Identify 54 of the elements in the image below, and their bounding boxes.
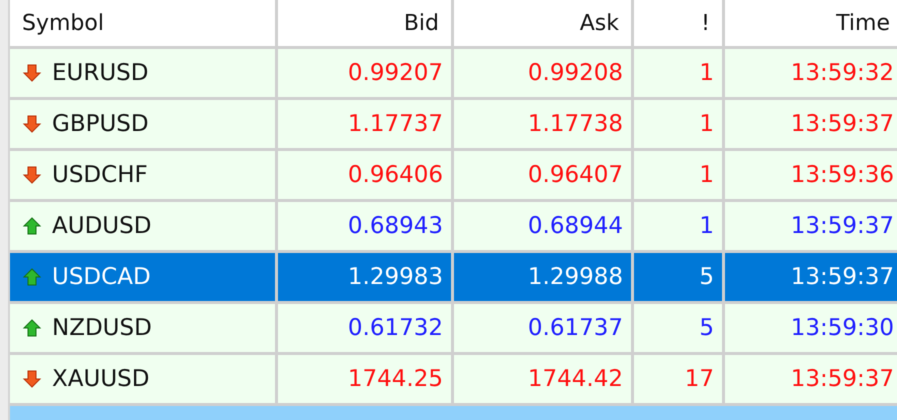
down-arrow-icon	[22, 165, 42, 185]
up-arrow-icon	[22, 318, 42, 338]
symbol-cell[interactable]: XAUUSD	[10, 355, 275, 403]
spread-cell: 17	[634, 355, 722, 403]
spread-cell: 1	[634, 202, 722, 250]
down-arrow-icon	[22, 63, 42, 83]
bid-cell: 0.68943	[278, 202, 451, 250]
symbol-cell[interactable]: USDCHF	[10, 151, 275, 199]
time-cell: 13:59:37	[725, 202, 897, 250]
bid-cell: 0.96406	[278, 151, 451, 199]
ask-cell: 0.99208	[454, 49, 631, 97]
time-cell: 13:59:37	[725, 253, 897, 301]
ask-cell: 1.17738	[454, 100, 631, 148]
up-arrow-icon	[22, 267, 42, 287]
symbol-cell[interactable]: NZDUSD	[10, 304, 275, 352]
symbol-name: USDCAD	[52, 264, 151, 290]
time-cell: 13:59:37	[725, 100, 897, 148]
ask-cell: 0.68944	[454, 202, 631, 250]
symbol-name: NZDUSD	[52, 315, 152, 341]
ask-cell: 0.61737	[454, 304, 631, 352]
spread-cell: 5	[634, 253, 722, 301]
spread-cell: 5	[634, 304, 722, 352]
bid-cell: 1744.25	[278, 355, 451, 403]
spread-cell: 1	[634, 100, 722, 148]
symbol-cell[interactable]: GBPUSD	[10, 100, 275, 148]
column-header[interactable]: Symbol	[10, 0, 275, 46]
ask-cell: 1744.42	[454, 355, 631, 403]
down-arrow-icon	[22, 369, 42, 389]
ask-cell: 1.29988	[454, 253, 631, 301]
symbol-cell[interactable]: EURUSD	[10, 49, 275, 97]
ask-cell: 0.96407	[454, 151, 631, 199]
time-cell: 13:59:30	[725, 304, 897, 352]
time-cell: 13:59:32	[725, 49, 897, 97]
spread-cell: 1	[634, 49, 722, 97]
bid-cell: 0.99207	[278, 49, 451, 97]
symbol-name: AUDUSD	[52, 213, 152, 239]
column-header[interactable]: Time	[725, 0, 897, 46]
bid-cell: 0.61732	[278, 304, 451, 352]
symbol-cell[interactable]: AUDUSD	[10, 202, 275, 250]
up-arrow-icon	[22, 216, 42, 236]
symbol-name: USDCHF	[52, 162, 148, 188]
bid-cell: 1.17737	[278, 100, 451, 148]
bid-cell: 1.29983	[278, 253, 451, 301]
column-header[interactable]: Bid	[278, 0, 451, 46]
symbol-name: EURUSD	[52, 60, 148, 86]
column-header[interactable]: Ask	[454, 0, 631, 46]
down-arrow-icon	[22, 114, 42, 134]
column-header[interactable]: !	[634, 0, 722, 46]
time-cell: 13:59:36	[725, 151, 897, 199]
symbol-name: XAUUSD	[52, 366, 150, 392]
time-cell: 13:59:37	[725, 355, 897, 403]
spread-cell: 1	[634, 151, 722, 199]
symbol-name: GBPUSD	[52, 111, 149, 137]
symbol-cell[interactable]: USDCAD	[10, 253, 275, 301]
